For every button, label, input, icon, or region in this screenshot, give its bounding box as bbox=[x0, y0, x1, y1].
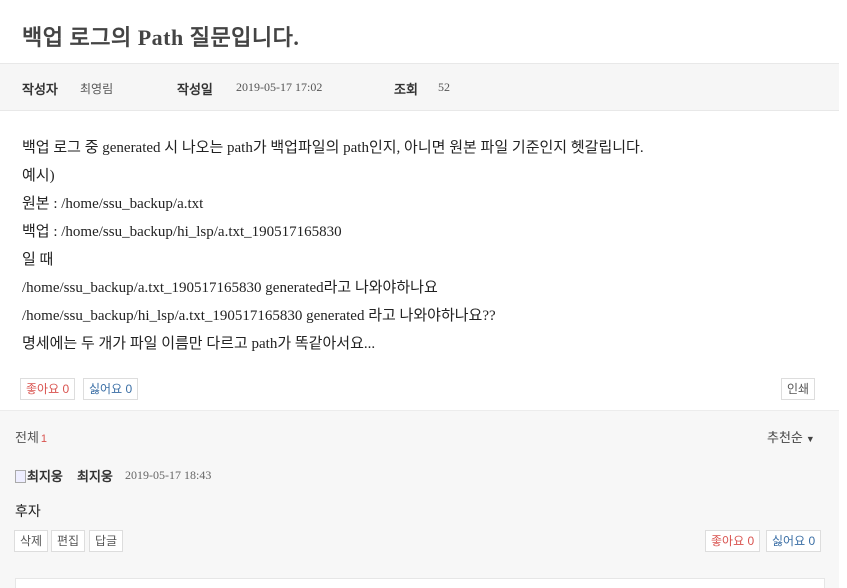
comment-like-button[interactable]: 좋아요 0 bbox=[705, 530, 761, 552]
body-line: /home/ssu_backup/hi_lsp/a.txt_1905171658… bbox=[22, 308, 496, 324]
comment-input-box[interactable] bbox=[15, 578, 825, 588]
comments-total: 전체 1 bbox=[15, 427, 47, 446]
author-label: 작성자 bbox=[22, 82, 58, 97]
post-meta-bar: 작성자 최영림 작성일 2019-05-17 17:02 조회 52 bbox=[0, 63, 839, 111]
comments-total-count: 1 bbox=[40, 433, 48, 445]
comment-dislike-count: 0 bbox=[808, 534, 816, 548]
body-line: /home/ssu_backup/a.txt_190517165830 gene… bbox=[22, 280, 438, 296]
comment-dislike-label: 싫어요 bbox=[772, 534, 806, 548]
comment-date: 2019-05-17 18:43 bbox=[125, 468, 212, 482]
comment-edit-button[interactable]: 편집 bbox=[51, 530, 86, 552]
body-line: 백업 로그 중 generated 시 나오는 path가 백업파일의 path… bbox=[22, 140, 644, 156]
comment-avatar: 최지웅 bbox=[15, 466, 63, 485]
post-like-button[interactable]: 좋아요 0 bbox=[20, 378, 76, 400]
like-count: 0 bbox=[62, 382, 70, 396]
caret-down-icon: ▼ bbox=[805, 434, 815, 444]
sort-label: 추천순 bbox=[767, 430, 803, 445]
sort-dropdown[interactable]: 추천순 ▼ bbox=[767, 427, 815, 446]
body-line: 원본 : /home/ssu_backup/a.txt bbox=[22, 196, 204, 212]
body-line: 예시) bbox=[22, 168, 55, 184]
comments-section: 전체 1 추천순 ▼ 최지웅 최지웅 2019-05-17 18:43 후자 삭제 … bbox=[0, 410, 839, 588]
comment-dislike-button[interactable]: 싫어요 0 bbox=[766, 530, 822, 552]
comment-reply-button[interactable]: 답글 bbox=[89, 530, 124, 552]
post-date: 2019-05-17 17:02 bbox=[236, 80, 323, 94]
author-name: 최영림 bbox=[80, 82, 114, 96]
comment-author: 최지웅 bbox=[77, 469, 113, 484]
post-dislike-button[interactable]: 싫어요 0 bbox=[83, 378, 139, 400]
comment-body: 후자 bbox=[15, 505, 41, 520]
post-body: 백업 로그 중 generated 시 나오는 path가 백업파일의 path… bbox=[22, 134, 644, 358]
date-label: 작성일 bbox=[177, 82, 213, 97]
body-line: 일 때 bbox=[22, 252, 54, 268]
views-count: 52 bbox=[438, 80, 450, 94]
comment-like-label: 좋아요 bbox=[711, 534, 745, 548]
comment-like-count: 0 bbox=[747, 534, 755, 548]
avatar-alt-text: 최지웅 bbox=[27, 469, 63, 484]
dislike-label: 싫어요 bbox=[89, 382, 123, 396]
like-label: 좋아요 bbox=[26, 382, 60, 396]
body-line: 백업 : /home/ssu_backup/hi_lsp/a.txt_19051… bbox=[22, 224, 342, 240]
body-line: 명세에는 두 개가 파일 이름만 다르고 path가 똑같아서요... bbox=[22, 336, 376, 352]
page-title: 백업 로그의 Path 질문입니다. bbox=[22, 25, 300, 50]
dislike-count: 0 bbox=[125, 382, 133, 396]
broken-image-icon bbox=[15, 470, 26, 483]
views-label: 조회 bbox=[394, 82, 418, 97]
comments-total-label: 전체 bbox=[15, 430, 39, 445]
comment-delete-button[interactable]: 삭제 bbox=[14, 530, 49, 552]
print-button[interactable]: 인쇄 bbox=[781, 378, 816, 400]
